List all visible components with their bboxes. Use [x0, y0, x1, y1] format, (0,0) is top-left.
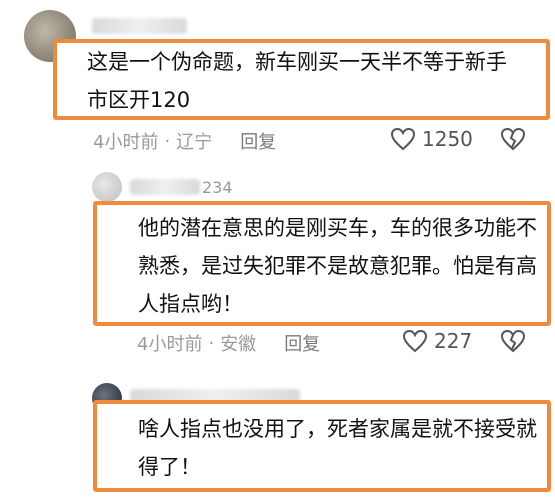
- heart-outline-icon: [390, 127, 416, 151]
- broken-heart-icon: [500, 127, 526, 151]
- location: 辽宁: [176, 132, 213, 153]
- dislike-button[interactable]: [500, 127, 526, 155]
- meta-separator: ·: [164, 130, 171, 152]
- reply-button[interactable]: 回复: [284, 330, 320, 356]
- location: 安徽: [220, 334, 257, 355]
- comment-meta: 4小时前 · 辽宁 回复: [93, 128, 276, 154]
- like-count: 1250: [422, 127, 473, 151]
- heart-outline-icon: [402, 329, 428, 353]
- timestamp: 4小时前: [93, 132, 159, 153]
- comment-meta: 4小时前 · 安徽 回复: [137, 330, 320, 356]
- broken-heart-icon: [500, 329, 526, 353]
- username-redacted[interactable]: [130, 179, 200, 195]
- like-button[interactable]: 227: [402, 329, 472, 353]
- comment-highlight-box: 啥人指点也没用了，死者家属是就不接受就得了！: [93, 400, 551, 492]
- username-redacted[interactable]: [92, 18, 187, 34]
- reply-button[interactable]: 回复: [240, 128, 276, 154]
- like-count: 227: [434, 329, 473, 353]
- comment-highlight-box: 他的潜在意思的是刚买车，车的很多功能不熟悉，是过失犯罪不是故意犯罪。怕是有高人指…: [93, 201, 551, 326]
- avatar[interactable]: [92, 172, 122, 202]
- dislike-button[interactable]: [500, 329, 526, 357]
- meta-separator: ·: [208, 332, 215, 354]
- comment-highlight-box: 这是一个伪命题，新车刚买一天半不等于新手市区开120: [53, 39, 550, 120]
- comment-text: 啥人指点也没用了，死者家属是就不接受就得了！: [138, 417, 537, 479]
- comment-text: 这是一个伪命题，新车刚买一天半不等于新手市区开120: [87, 50, 507, 112]
- username-suffix[interactable]: 234: [202, 178, 233, 197]
- like-button[interactable]: 1250: [390, 127, 473, 151]
- timestamp: 4小时前: [137, 334, 203, 355]
- comment-text: 他的潜在意思的是刚买车，车的很多功能不熟悉，是过失犯罪不是故意犯罪。怕是有高人指…: [138, 216, 537, 316]
